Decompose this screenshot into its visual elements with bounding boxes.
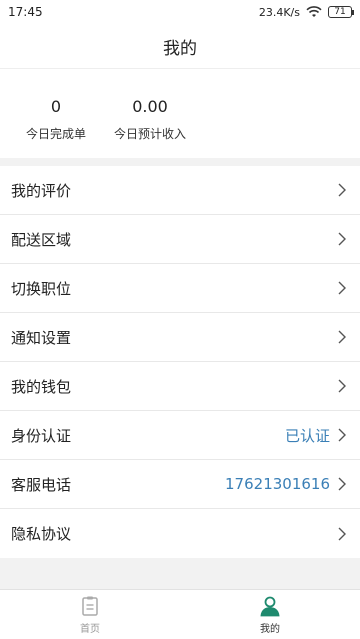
header: 我的 bbox=[0, 24, 360, 68]
menu-item-wallet[interactable]: 我的钱包 bbox=[0, 362, 360, 411]
stat-today-income: 0.00 今日预计收入 bbox=[108, 95, 192, 142]
stat-orders-value: 0 bbox=[50, 97, 62, 116]
menu-item-notification-settings[interactable]: 通知设置 bbox=[0, 313, 360, 362]
menu-item-label: 客服电话 bbox=[11, 475, 72, 494]
chevron-right-icon bbox=[338, 527, 346, 540]
menu-item-customer-service-phone[interactable]: 客服电话 17621301616 bbox=[0, 460, 360, 509]
stat-income-value: 0.00 bbox=[132, 97, 168, 116]
tab-mine[interactable]: 我的 bbox=[180, 590, 360, 639]
menu-item-label: 切换职位 bbox=[11, 279, 72, 298]
network-speed: 23.4K/s bbox=[258, 5, 300, 19]
chevron-right-icon bbox=[338, 232, 346, 246]
menu-item-label: 我的钱包 bbox=[11, 377, 72, 396]
clipboard-icon bbox=[82, 596, 98, 616]
verification-status: 已认证 bbox=[284, 426, 330, 445]
stat-orders-label: 今日完成单 bbox=[25, 127, 86, 141]
chevron-right-icon bbox=[338, 330, 346, 344]
bottom-nav: 首页 我的 bbox=[0, 589, 360, 639]
stat-income-label: 今日预计收入 bbox=[113, 127, 186, 141]
menu-item-delivery-area[interactable]: 配送区域 bbox=[0, 215, 360, 264]
chevron-right-icon bbox=[338, 477, 346, 491]
page-title: 我的 bbox=[163, 38, 197, 59]
battery-icon: 71 bbox=[328, 6, 354, 18]
tab-home[interactable]: 首页 bbox=[0, 590, 180, 639]
chevron-right-icon bbox=[338, 379, 346, 393]
service-phone-number[interactable]: 17621301616 bbox=[225, 475, 330, 493]
menu-item-label: 隐私协议 bbox=[11, 525, 72, 543]
menu-item-label: 通知设置 bbox=[11, 328, 72, 347]
menu-item-switch-position[interactable]: 切换职位 bbox=[0, 264, 360, 313]
menu-item-reviews[interactable]: 我的评价 bbox=[0, 166, 360, 215]
tab-mine-label: 我的 bbox=[260, 623, 280, 635]
status-bar: 17:45 23.4K/s 71 bbox=[0, 0, 360, 24]
menu-list: 我的评价 配送区域 切换职位 通知设置 我的钱包 身份认证 已认证 客服电话 1… bbox=[0, 166, 360, 558]
status-time: 17:45 bbox=[8, 5, 43, 19]
stat-today-orders: 0 今日完成单 bbox=[24, 95, 88, 142]
chevron-right-icon bbox=[338, 281, 346, 295]
menu-item-label: 身份认证 bbox=[11, 426, 72, 445]
menu-item-label: 配送区域 bbox=[11, 230, 72, 249]
chevron-right-icon bbox=[338, 428, 346, 442]
menu-item-privacy-policy[interactable]: 隐私协议 bbox=[0, 509, 360, 558]
stats-panel: 0 今日完成单 0.00 今日预计收入 bbox=[0, 68, 360, 158]
tab-home-label: 首页 bbox=[80, 623, 100, 635]
menu-item-identity-verification[interactable]: 身份认证 已认证 bbox=[0, 411, 360, 460]
chevron-right-icon bbox=[338, 183, 346, 197]
page: 17:45 23.4K/s 71 我的 0 今日完成单 0.00 今日预计收入 … bbox=[0, 0, 360, 639]
status-indicators: 23.4K/s 71 bbox=[258, 5, 354, 19]
person-icon bbox=[260, 596, 280, 616]
wifi-icon bbox=[306, 6, 322, 17]
menu-item-label: 我的评价 bbox=[11, 181, 72, 200]
